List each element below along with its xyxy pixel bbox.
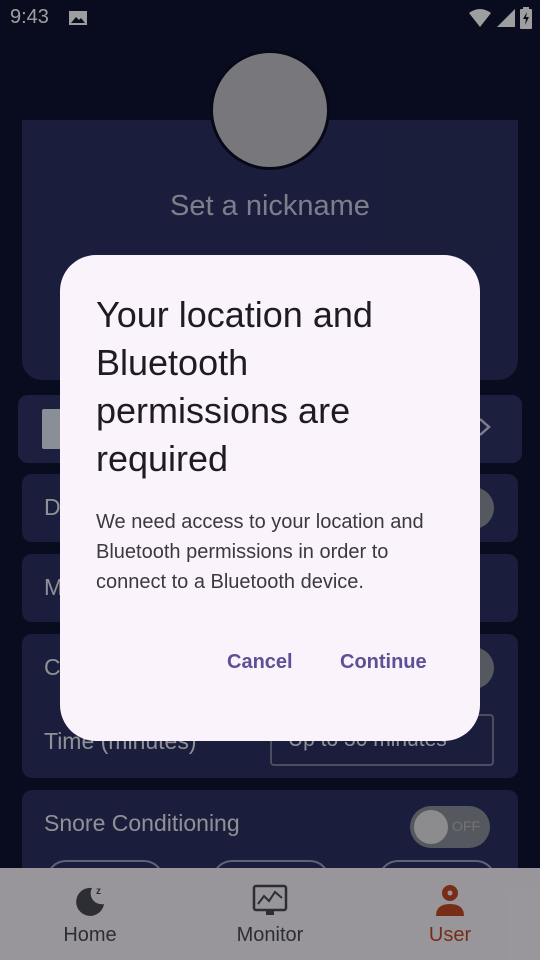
dialog-title: Your location and Bluetooth permissions … xyxy=(96,294,373,479)
dialog-body: We need access to your location and Blue… xyxy=(96,511,424,593)
permission-dialog: Your location and Bluetooth permissions … xyxy=(60,255,480,741)
continue-button[interactable]: Continue xyxy=(340,651,427,674)
cancel-button[interactable]: Cancel xyxy=(227,651,293,674)
